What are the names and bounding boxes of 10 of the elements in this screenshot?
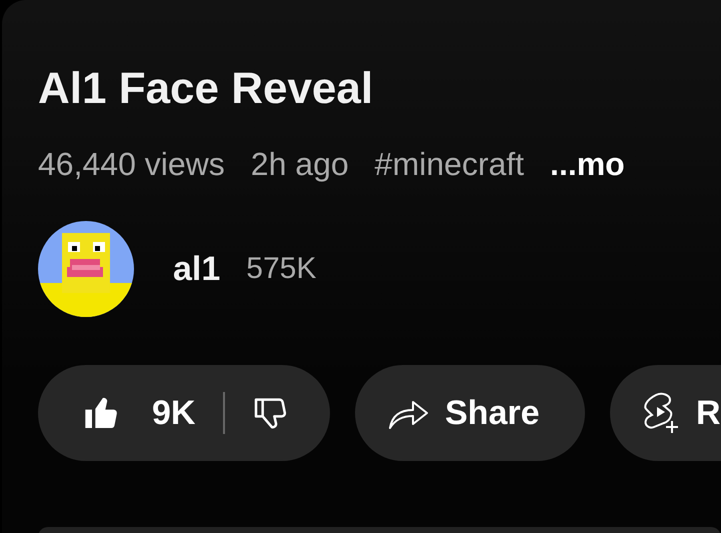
like-button[interactable]: 9K [82,393,196,433]
channel-name[interactable]: al1 [173,250,220,288]
remix-button[interactable]: R [610,365,721,461]
video-title: Al1 Face Reveal [38,64,374,114]
video-info: 46,440 views [38,146,225,183]
more-link[interactable]: ...mo [550,146,625,183]
video-info: #minecraft [374,146,524,183]
subscriber-count: 575K [246,252,316,286]
share-button[interactable]: Share [355,365,585,461]
video-info: 2h ago [250,146,349,183]
